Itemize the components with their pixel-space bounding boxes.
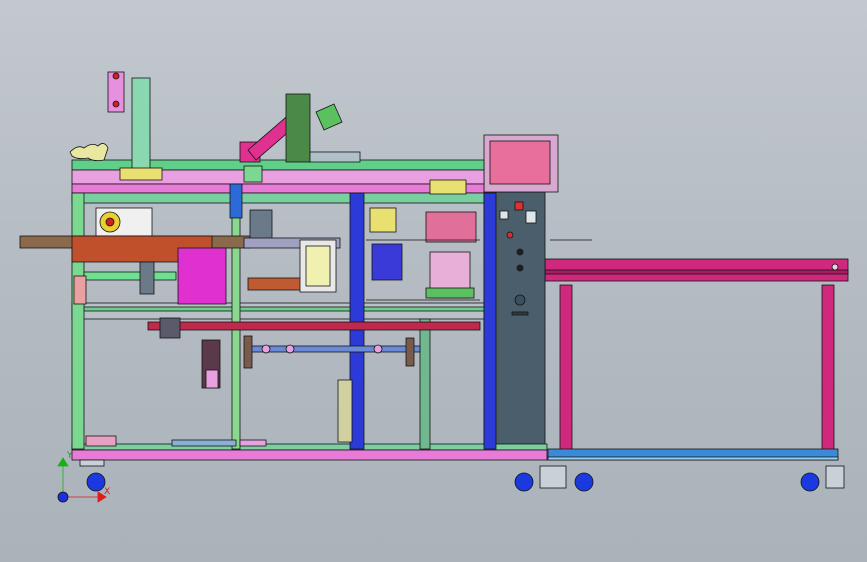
- column-top-bolt: [112, 72, 120, 80]
- caster-3: [574, 472, 594, 492]
- caster-4: [800, 472, 820, 492]
- triad-x-label: X: [104, 487, 110, 497]
- arm-head: [315, 103, 343, 131]
- main-frame: [71, 159, 548, 461]
- gripper-body: [249, 209, 273, 241]
- caster-1: [86, 472, 106, 492]
- conveyor-end-bolt: [831, 263, 839, 271]
- frame-post-right: [483, 192, 497, 450]
- cabinet-switch-1: [499, 210, 509, 220]
- valve-bank: [369, 207, 397, 233]
- guide-rod: [83, 271, 177, 281]
- conveyor-right-leg: [821, 284, 835, 453]
- side-conveyor-table: [544, 239, 849, 461]
- cabinet-label-plate: [511, 311, 529, 316]
- shaft-coupler: [159, 317, 181, 339]
- middle-rail-green: [71, 306, 485, 312]
- column-bottom-bolt: [112, 100, 120, 108]
- base-rail-green: [71, 443, 548, 451]
- floor-pad-b: [171, 439, 237, 447]
- pusher-window: [305, 245, 331, 287]
- pulley-3: [373, 344, 383, 354]
- triad-origin: [57, 491, 69, 503]
- frame-post-mid-left: [231, 192, 241, 450]
- pulley-1: [261, 344, 271, 354]
- carriage-block: [119, 167, 163, 181]
- bearing-left: [243, 335, 253, 369]
- cabinet-indicator: [514, 201, 524, 211]
- cylinder-a: [139, 261, 155, 295]
- pulley-2: [285, 344, 295, 354]
- conveyor-base-rail-top: [547, 456, 839, 461]
- floor-pad-c: [239, 439, 267, 447]
- arm-motor-mount: [285, 93, 311, 163]
- cabinet-button-2: [516, 248, 524, 256]
- push-plate: [247, 277, 309, 291]
- conveyor-left-leg: [559, 284, 573, 453]
- casters: [79, 459, 845, 492]
- sensor-mast: [229, 183, 243, 219]
- frame-post-inner-right: [419, 318, 431, 450]
- floor-pad-a: [85, 435, 117, 447]
- bearing-right: [405, 337, 415, 367]
- cabinet-button-1: [506, 231, 514, 239]
- gantry-bar: [309, 151, 361, 163]
- triad-y-label: Y: [66, 451, 73, 461]
- magenta-block: [177, 247, 227, 305]
- pivot-base: [243, 165, 263, 183]
- roller-hub: [105, 217, 115, 227]
- cabinet-vent-grille: [514, 294, 526, 306]
- conveyor-beam-edge: [544, 269, 849, 275]
- cabinet-button-3: [516, 264, 524, 272]
- vertical-column: [131, 77, 151, 179]
- base-rail-pink: [71, 449, 548, 461]
- caster-2: [514, 472, 534, 492]
- hmi-screen: [489, 140, 551, 185]
- drive-motor: [371, 243, 403, 281]
- cad-machine-view: X Y: [19, 71, 849, 503]
- motor-coupling: [205, 369, 219, 389]
- cabinet-switch-2: [525, 210, 537, 224]
- press-base: [425, 287, 475, 299]
- lift-cylinder: [337, 379, 353, 443]
- drive-shaft-lower: [249, 345, 421, 353]
- leveling-foot-1: [539, 465, 567, 489]
- top-rail-pink-lower: [71, 183, 485, 194]
- top-rail-clamp: [429, 179, 467, 195]
- frame-post-left: [71, 192, 85, 450]
- leveling-foot-2: [825, 465, 845, 489]
- cable-chain: [69, 143, 109, 162]
- caster-mount-1: [79, 459, 105, 467]
- stop-block: [73, 275, 87, 305]
- upper-rail-green: [71, 192, 485, 204]
- press-head: [425, 211, 477, 243]
- drive-shaft-upper: [147, 321, 481, 331]
